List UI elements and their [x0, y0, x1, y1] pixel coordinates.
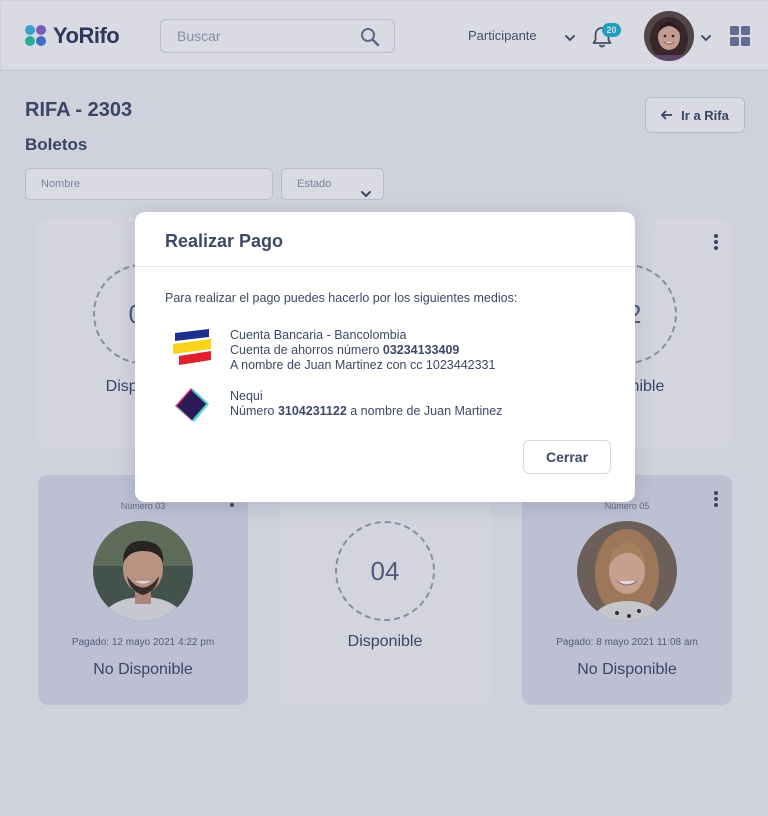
nequi-name: Nequi: [230, 389, 263, 403]
modal-divider: [135, 266, 635, 267]
app-window: YoRifo Participante 20: [0, 0, 768, 816]
nequi-phone: 3104231122: [277, 404, 347, 418]
nequi-payment-method: Nequi Número 3104231122 a nombre de Juan…: [171, 387, 502, 428]
payment-modal: Realizar Pago Para realizar el pago pued…: [135, 212, 635, 502]
nequi-logo-icon: [171, 387, 211, 428]
bancolombia-logo-icon: [171, 328, 213, 373]
nequi-number-line: Número 3104231122 a nombre de Juan Marti…: [230, 404, 503, 418]
bank-account-number: 03234133409: [382, 343, 460, 357]
bank-payment-method: Cuenta Bancaria - Bancolombia Cuenta de …: [171, 328, 495, 373]
bank-account-holder: A nombre de Juan Martinez con cc 1023442…: [230, 358, 496, 372]
bank-account-line: Cuenta de ahorros número 03234133409: [230, 343, 460, 357]
bank-name: Cuenta Bancaria - Bancolombia: [230, 328, 407, 342]
modal-title: Realizar Pago: [165, 231, 284, 251]
close-button[interactable]: Cerrar: [523, 440, 611, 474]
modal-intro-text: Para realizar el pago puedes hacerlo por…: [165, 291, 518, 305]
